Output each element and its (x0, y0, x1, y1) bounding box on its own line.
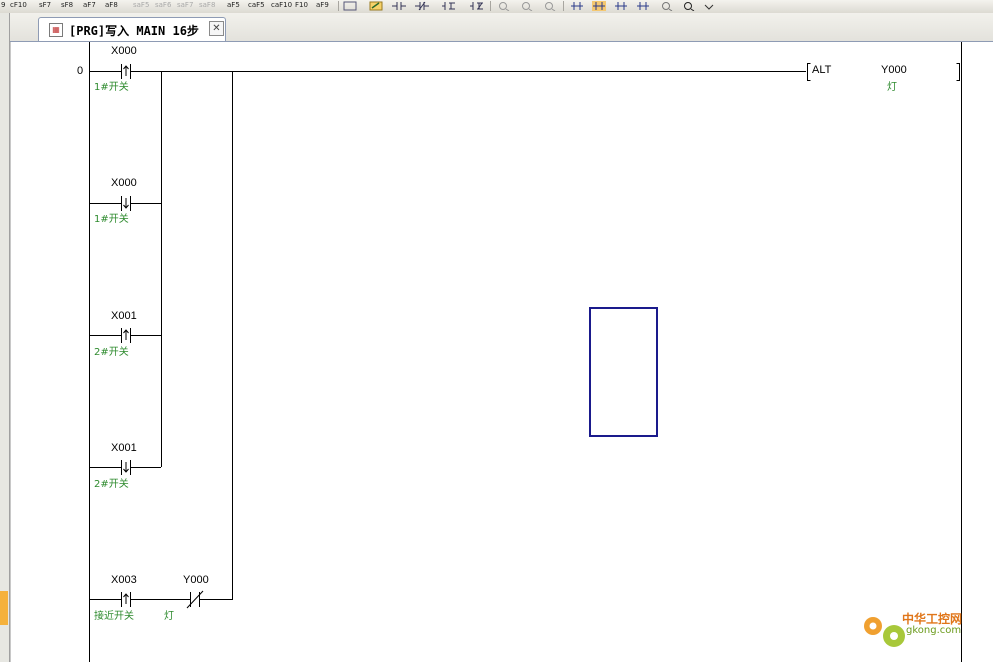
contact-x001-rising (121, 328, 131, 343)
contact-comment: 2#开关 (94, 479, 129, 490)
zoom-icon[interactable] (497, 1, 511, 11)
instruction-name: ALT (812, 64, 832, 76)
toolbar-key[interactable]: F10 (295, 0, 308, 11)
toolbar-overflow-icon[interactable] (702, 1, 716, 11)
toolbar-key[interactable]: aF5 (227, 0, 240, 11)
contact-comment: 接近开关 (94, 611, 134, 622)
zoom-in-icon[interactable] (660, 1, 674, 11)
ladder-diagram (89, 42, 962, 662)
toolbar-separator (338, 1, 339, 11)
contact-icon[interactable] (392, 1, 406, 11)
toolbar-key[interactable]: aF8 (105, 0, 118, 11)
toolbar-key[interactable]: saF8 (199, 0, 215, 11)
contact-device-label: X003 (111, 574, 137, 586)
toolbar-key[interactable]: caF10 (271, 0, 292, 11)
parallel-contact-icon[interactable] (442, 1, 456, 11)
toolbar-key[interactable]: aF7 (83, 0, 96, 11)
toolbar-key[interactable]: sF7 (39, 0, 51, 11)
toolbar-key[interactable]: caF5 (248, 0, 265, 11)
instruction-bracket-right (956, 63, 960, 81)
contact-nc-icon[interactable] (415, 1, 429, 11)
toolbar-separator (490, 1, 491, 11)
toolbar-key[interactable]: saF6 (155, 0, 171, 11)
contact-x000-rising (121, 64, 131, 79)
dock-tab-marker[interactable] (0, 591, 8, 625)
instruction-bracket-left (807, 63, 811, 81)
ladder-document-icon: ▦ (49, 23, 63, 37)
toolbar-key[interactable]: saF7 (177, 0, 193, 11)
write-mode-icon[interactable] (369, 1, 383, 11)
toolbar-key[interactable]: cF10 (10, 0, 27, 11)
ladder-cursor[interactable] (589, 307, 658, 437)
instruction-operand: Y000 (881, 64, 907, 76)
contact-comment: 1#开关 (94, 214, 129, 225)
tab-title: [PRG]写入 MAIN 16步 (69, 24, 199, 38)
find-icon[interactable] (543, 1, 557, 11)
contact-x000-falling (121, 196, 131, 211)
contact-x003-rising (121, 592, 131, 607)
ladder-read-icon[interactable] (614, 1, 628, 11)
contact-device-label: Y000 (183, 574, 209, 586)
left-dock-strip (0, 13, 10, 662)
contact-device-label: X000 (111, 45, 137, 57)
comment-icon[interactable] (343, 1, 357, 11)
contact-device-label: X000 (111, 177, 137, 189)
contact-comment: 灯 (164, 611, 174, 622)
zoom-out-icon[interactable] (682, 1, 696, 11)
contact-x001-falling (121, 460, 131, 475)
gear-icon (864, 617, 905, 647)
parallel-nc-icon[interactable] (470, 1, 484, 11)
ladder-write-icon[interactable] (592, 1, 606, 11)
toolbar-key[interactable]: sF8 (61, 0, 73, 11)
ladder-edit-icon[interactable] (636, 1, 650, 11)
contact-device-label: X001 (111, 310, 137, 322)
tab-main-program[interactable]: ▦ [PRG]写入 MAIN 16步 ✕ (38, 17, 226, 41)
instruction-comment: 灯 (887, 82, 897, 93)
toolbar-key[interactable]: aF9 (316, 0, 329, 11)
ladder-editor[interactable]: 0 X000 1#开关 X000 1#开关 X001 2#开关 X001 2#开… (10, 42, 993, 662)
toolbar-key[interactable]: 9 (1, 0, 5, 11)
document-tab-strip: ▦ [PRG]写入 MAIN 16步 ✕ (10, 13, 993, 42)
search-icon[interactable] (520, 1, 534, 11)
step-number: 0 (77, 65, 84, 77)
toolbar-key[interactable]: saF5 (133, 0, 149, 11)
contact-device-label: X001 (111, 442, 137, 454)
close-icon[interactable]: ✕ (209, 21, 224, 36)
contact-comment: 1#开关 (94, 82, 129, 93)
watermark-url: gkong.com (906, 625, 962, 636)
toolbar: 9 cF10 sF7 sF8 aF7 aF8 saF5 saF6 saF7 sa… (0, 0, 993, 14)
toolbar-separator (563, 1, 564, 11)
ladder-monitor-icon[interactable] (570, 1, 584, 11)
contact-comment: 2#开关 (94, 347, 129, 358)
